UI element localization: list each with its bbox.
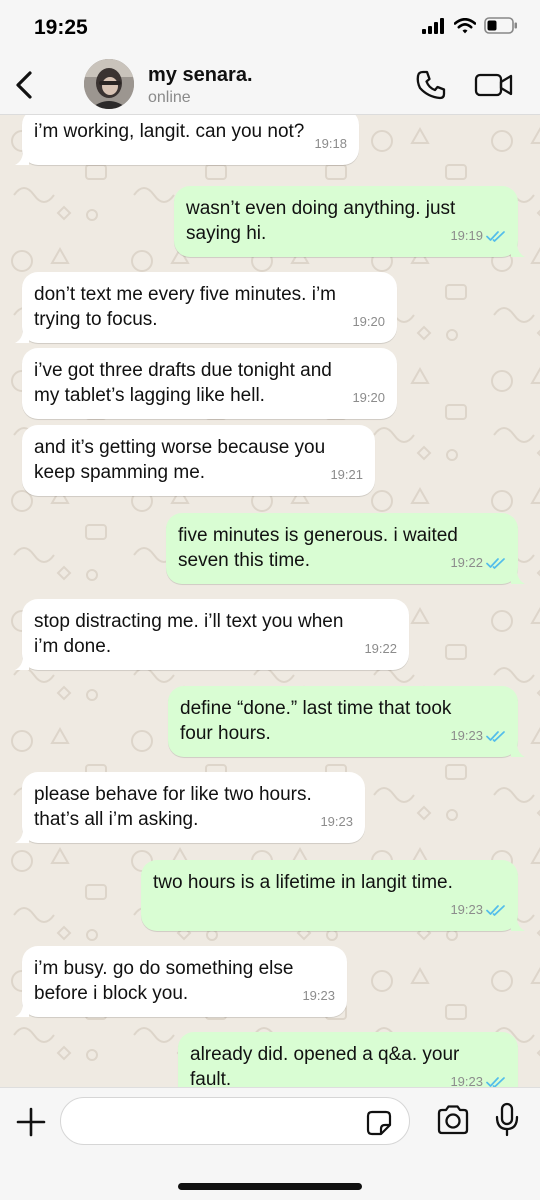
message-time: 19:20 [352,314,385,329]
incoming-message[interactable]: stop distracting me. i’ll text you when … [15,599,409,670]
bubble-tail [15,656,29,670]
message-meta: 19:23 [320,809,353,834]
outgoing-message[interactable]: already did. opened a q&a. your fault. 19… [178,1032,518,1087]
incoming-message[interactable]: i’m busy. go do something else before i … [15,946,347,1017]
message-time: 19:22 [364,641,397,656]
chat-header: my senara. online [0,55,540,115]
message-meta: 19:23 [450,1069,506,1087]
message-time: 19:23 [450,728,483,743]
message-text: i’ve got three drafts due tonight and my… [34,360,332,406]
avatar-photo [84,59,134,109]
message-text: don’t text me every five minutes. i’m tr… [34,284,336,330]
status-icons [422,17,518,34]
message-text: and it’s getting worse because you keep … [34,437,326,483]
message-time: 19:19 [450,228,483,243]
message-meta: 19:20 [352,309,385,334]
contact-name[interactable]: my senara. [148,64,253,87]
bubble-tail [511,917,525,931]
signal-icon [422,17,444,34]
wifi-icon [454,17,476,33]
status-bar: 19:25 [0,0,540,55]
message-time: 19:23 [450,902,483,917]
message-time: 19:23 [302,988,335,1003]
bubble-tail [15,329,29,343]
message-meta: 19:22 [450,550,506,575]
phone-icon[interactable] [414,68,448,102]
incoming-message[interactable]: don’t text me every five minutes. i’m tr… [15,272,397,343]
avatar[interactable] [84,59,134,109]
message-time: 19:22 [450,555,483,570]
bubble-tail [15,1003,29,1017]
double-check-read-icon [486,557,505,569]
battery-icon [484,17,517,34]
incoming-message[interactable]: i’ve got three drafts due tonight and my… [22,348,397,419]
double-check-read-icon [486,904,505,916]
bubble-tail [15,151,29,165]
input-bar [0,1087,540,1200]
message-text: two hours is a lifetime in langit time. [153,872,453,893]
video-camera-icon[interactable] [474,71,514,99]
message-text: stop distracting me. i’ll text you when … [34,611,344,657]
microphone-icon[interactable] [494,1102,520,1138]
bubble-tail [511,570,525,584]
message-time: 19:21 [330,467,363,482]
sticker-icon[interactable] [366,1110,392,1136]
bubble-tail [15,829,29,843]
bubble-tail [511,243,525,257]
message-text: please behave for like two hours. that’s… [34,784,312,830]
message-text: i’m working, langit. can you not? [34,121,305,142]
message-time: 19:18 [314,136,347,151]
incoming-message[interactable]: and it’s getting worse because you keep … [22,425,375,496]
bubble-tail [511,743,525,757]
chevron-left-icon[interactable] [10,67,40,103]
message-meta: 19:22 [364,636,397,661]
message-meta: 19:23 [302,983,335,1008]
message-time: 19:20 [352,390,385,405]
outgoing-message[interactable]: wasn’t even doing anything. just saying … [174,186,525,257]
outgoing-message[interactable]: two hours is a lifetime in langit time. 1… [141,860,525,931]
chat-area[interactable]: i’m working, langit. can you not? 19:18 wa… [0,115,540,1087]
incoming-message[interactable]: i’m working, langit. can you not? 19:18 [15,115,359,165]
status-time: 19:25 [34,16,88,39]
incoming-message[interactable]: please behave for like two hours. that’s… [15,772,365,843]
message-meta: 19:21 [330,462,363,487]
message-meta: 19:23 [450,897,506,922]
message-time: 19:23 [450,1074,483,1087]
message-text: i’m busy. go do something else before i … [34,958,294,1004]
message-meta: 19:18 [314,131,347,156]
message-meta: 19:19 [450,223,506,248]
double-check-read-icon [486,230,505,242]
plus-icon[interactable] [15,1106,47,1138]
message-time: 19:23 [320,814,353,829]
home-indicator [178,1183,362,1190]
double-check-read-icon [486,1076,505,1087]
message-meta: 19:23 [450,723,506,748]
message-meta: 19:20 [352,385,385,410]
message-input[interactable] [60,1097,410,1145]
double-check-read-icon [486,730,505,742]
camera-icon[interactable] [436,1104,470,1136]
outgoing-message[interactable]: define “done.” last time that took four … [168,686,525,757]
contact-status: online [148,89,191,106]
outgoing-message[interactable]: five minutes is generous. i waited seven… [166,513,525,584]
